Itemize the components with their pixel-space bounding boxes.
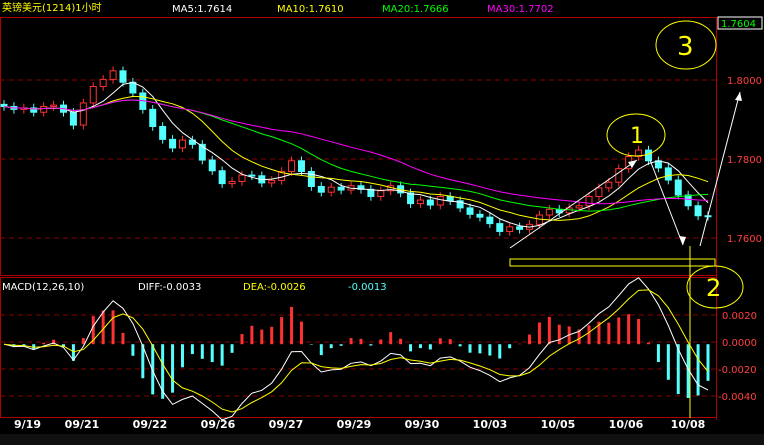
candle-body [506,226,514,232]
circle-2-label: 2 [706,274,721,302]
ma5-label: MA5:1.7614 [172,4,232,15]
x-tick-label: 10/06 [609,418,644,431]
x-tick-label: 10/03 [473,418,508,431]
candle-body [178,139,186,149]
candle-body [684,194,692,207]
candle-body [0,103,8,108]
macd-series [3,277,710,421]
candle-body [99,78,107,88]
macd-tick--0020: -0.0020 [718,365,757,376]
macd-diff-label: DIFF:-0.0033 [138,282,201,293]
x-tick-label: 09/26 [201,418,236,431]
moving-averages [3,81,709,228]
candle-body [317,185,325,193]
macd-dea-line [3,289,709,413]
candle-body [288,160,296,172]
ma5-line [3,81,709,228]
macd-dea-label: DEA:-0.0026 [243,282,306,293]
candle-body [496,223,504,232]
candle-body [377,190,385,197]
candle-body [337,186,345,191]
candle-body [595,187,603,197]
candle-body [218,170,226,185]
candle-body [109,70,117,80]
candle-body [89,86,97,104]
chart-frame [0,17,717,420]
ma10-line [3,95,709,221]
candle-body [645,149,653,162]
macd-tick-0020: 0.0020 [722,311,757,322]
x-axis: 9/19 09/21 09/22 09/26 09/27 09/29 09/30 10/03 1… [14,418,705,431]
candle-body [297,160,305,172]
x-tick-label: 10/05 [541,418,576,431]
candle-body [327,186,335,193]
candle-body [545,208,553,216]
candle-body [40,106,48,113]
candle-body [486,216,494,225]
candle-body [79,102,87,126]
candle-body [159,126,167,140]
candle-body [585,195,593,207]
candle-body [446,195,454,202]
candle-body [119,70,127,83]
macd-tick-0000: 0.0000 [722,338,757,349]
current-price-label: 1.7604 [721,19,756,30]
candle-body [208,159,216,172]
candle-body [466,207,474,215]
macd-tick--0040: -0.0040 [718,392,757,403]
x-tick-label: 09/29 [337,418,372,431]
x-tick-label: 09/21 [65,418,100,431]
candle-body [268,179,276,184]
candle-body [516,226,524,230]
candle-body [605,181,613,189]
x-tick-label: 09/22 [133,418,168,431]
x-tick-label: 10/08 [671,418,706,431]
candle-body [416,199,424,205]
candle-body [426,199,434,206]
candle-body [149,108,157,128]
candle-body [674,179,682,196]
chart-title: 英镑美元(1214)1小时 [2,1,102,14]
candle-body [575,205,583,209]
x-tick-label: 09/30 [405,418,440,431]
y-tick-1800: 1.8000 [727,76,762,87]
y-tick-1780: 1.7800 [727,155,762,166]
candle-body [169,138,177,149]
y-tick-1760: 1.7600 [727,234,762,245]
bottom-status-bar [0,434,764,445]
candle-body [694,205,702,217]
x-tick-label: 09/27 [269,418,304,431]
x-tick-label: 9/19 [14,418,41,431]
circle-1-label: 1 [630,124,644,149]
candle-body [228,180,236,185]
macd-diff-line [3,277,709,421]
circle-3-label: 3 [677,32,694,62]
candle-body [238,174,246,182]
candle-body [436,195,444,206]
forex-chart: 英镑美元(1214)1小时 MA5:1.7614 MA10:1.7610 MA2… [0,1,764,445]
candle-body [69,111,77,126]
ma20-label: MA20:1.7666 [382,4,449,15]
candle-body [50,104,58,108]
candle-body [664,167,672,181]
ma30-label: MA30:1.7702 [487,4,554,15]
macd-value-label: -0.0013 [348,282,387,293]
ma10-label: MA10:1.7610 [277,4,344,15]
candle-body [476,213,484,218]
candle-body [248,174,256,177]
macd-label: MACD(12,26,10) [2,282,84,293]
